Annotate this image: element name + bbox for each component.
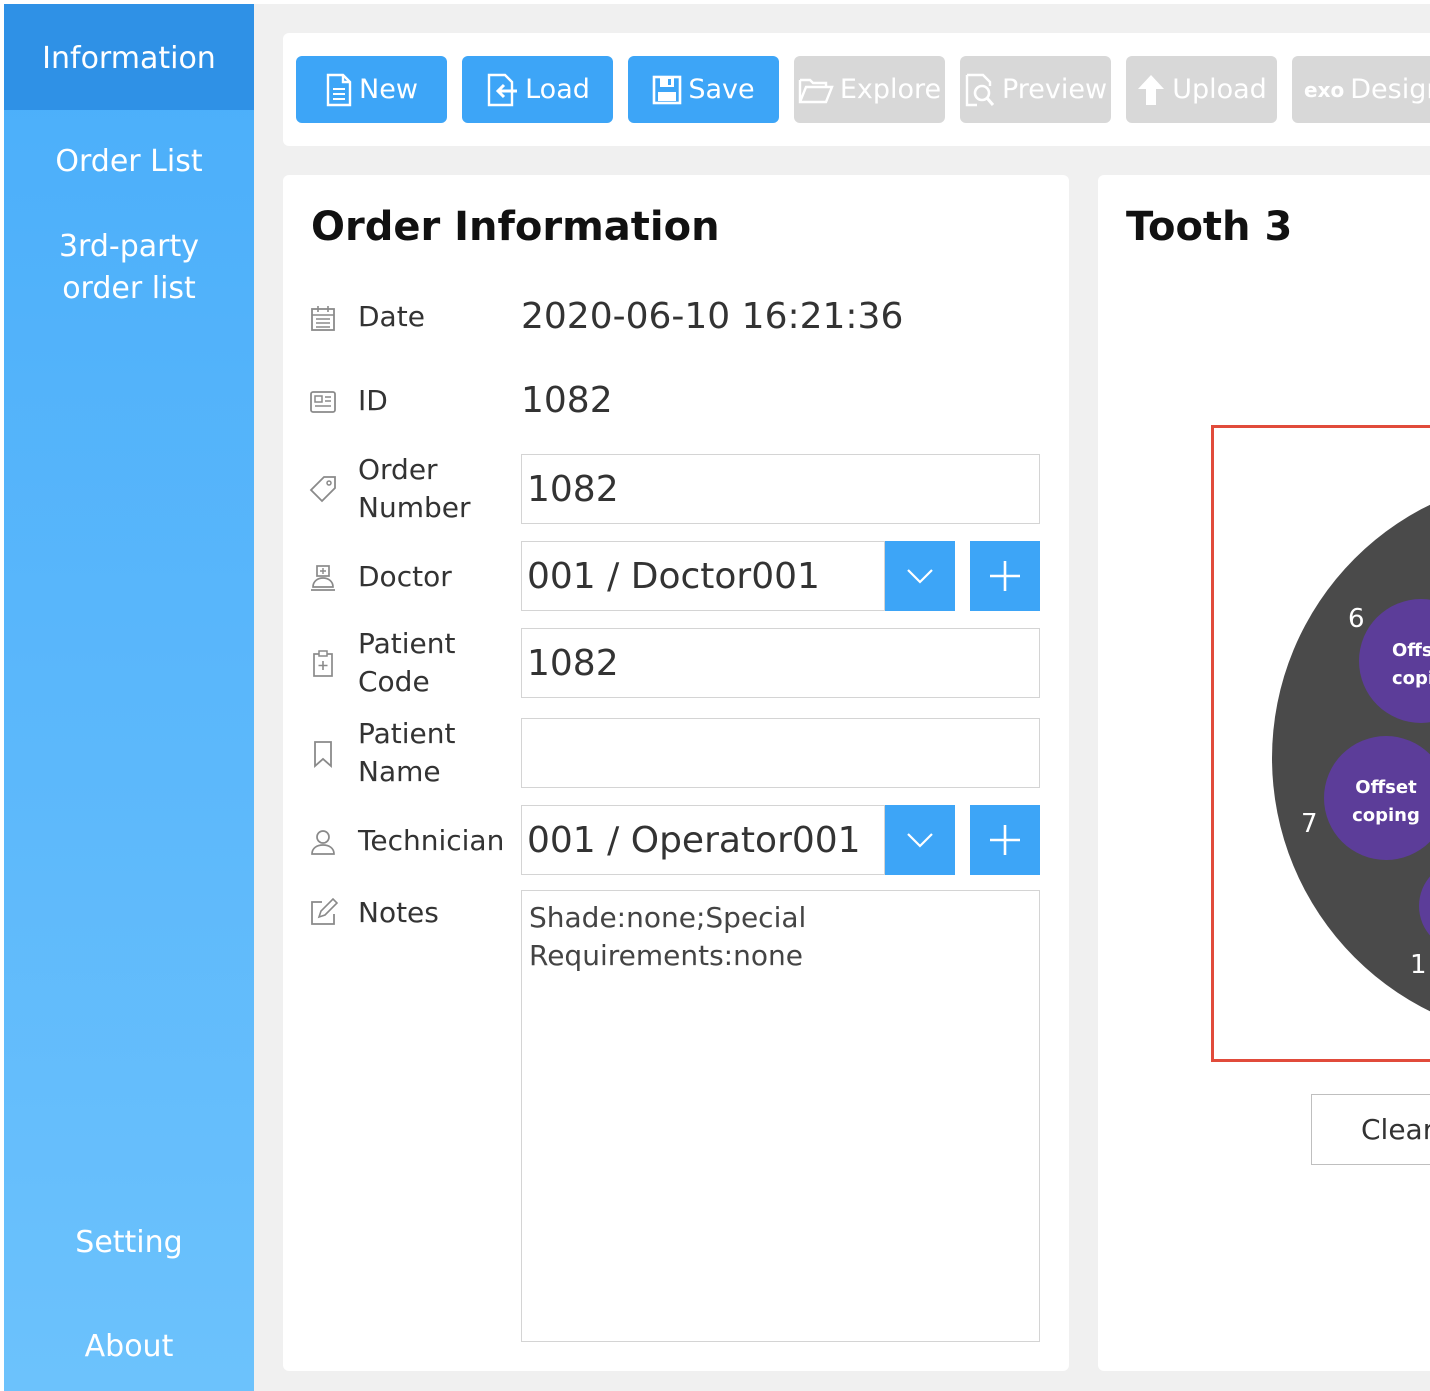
chevron-down-icon: [907, 833, 933, 848]
upload-arrow-icon: [1138, 74, 1165, 105]
date-value: 2020-06-10 16:21:36: [521, 296, 904, 337]
exo-design-button-label: Design: [1350, 74, 1430, 105]
load-button-label: Load: [525, 74, 590, 105]
save-button[interactable]: Save: [628, 56, 779, 123]
date-label: Date: [358, 300, 425, 333]
new-document-icon: [326, 73, 352, 106]
slot-label-line: coping: [1352, 805, 1420, 826]
sidebar-item-3rd-party-order-list[interactable]: 3rd-party order list: [4, 226, 254, 310]
patient-code-label: Patient Code: [358, 627, 456, 698]
doctor-icon: [311, 565, 335, 591]
bookmark-icon: [314, 741, 332, 768]
id-value: 1082: [521, 380, 613, 421]
exo-design-button[interactable]: exo Design: [1292, 56, 1430, 123]
clipboard-icon: [313, 650, 333, 677]
edit-note-icon: [311, 898, 338, 925]
technician-label: Technician: [358, 824, 505, 857]
load-button[interactable]: Load: [462, 56, 613, 123]
sidebar-item-order-list[interactable]: Order List: [4, 141, 254, 183]
sidebar: Information Order List 3rd-party order l…: [4, 4, 254, 1391]
order-number-field[interactable]: 1082: [521, 454, 1040, 524]
add-doctor-button[interactable]: [970, 541, 1040, 611]
preview-button-label: Preview: [1001, 74, 1108, 105]
sidebar-item-information[interactable]: Information: [4, 4, 254, 110]
tooth-title: Tooth 3: [1126, 204, 1293, 250]
sidebar-item-setting[interactable]: Setting: [4, 1222, 254, 1264]
notes-textarea[interactable]: Shade:none;Special Requirements:none: [521, 890, 1040, 1342]
patient-code-field[interactable]: 1082: [521, 628, 1040, 698]
order-number-label: Order Number: [358, 453, 471, 524]
notes-label: Notes: [358, 896, 439, 929]
load-icon: [487, 73, 518, 106]
patient-name-label: Patient Name: [358, 717, 456, 788]
preview-magnifier-icon: [965, 73, 995, 106]
doctor-select[interactable]: 001 / Doctor001: [521, 541, 885, 611]
clear-button[interactable]: Clear: [1311, 1094, 1430, 1165]
chevron-down-icon: [907, 569, 933, 584]
sidebar-item-about[interactable]: About: [4, 1326, 254, 1368]
explore-button[interactable]: Explore: [794, 56, 945, 123]
tooth-chart: 6 7 1 Offs copi Offset coping: [1272, 504, 1430, 1012]
new-button[interactable]: New: [296, 56, 447, 123]
explore-button-label: Explore: [839, 74, 942, 105]
upload-button[interactable]: Upload: [1126, 56, 1277, 123]
slot-number-1: 1: [1410, 950, 1427, 980]
floppy-disk-icon: [653, 75, 682, 104]
add-technician-button[interactable]: [970, 805, 1040, 875]
toolbar: New Load Save Explore Preview Upload exo…: [283, 33, 1430, 146]
plus-icon: [990, 825, 1020, 855]
patient-name-field[interactable]: [521, 718, 1040, 788]
plus-icon: [990, 561, 1020, 591]
tag-icon: [309, 476, 336, 503]
calendar-icon: [311, 306, 335, 331]
new-button-label: New: [359, 74, 418, 105]
slot-label-line: copi: [1392, 668, 1430, 689]
page-title: Order Information: [311, 204, 720, 250]
preview-button[interactable]: Preview: [960, 56, 1111, 123]
id-card-icon: [310, 391, 336, 413]
technician-dropdown-button[interactable]: [885, 805, 955, 875]
slot-number-7: 7: [1301, 809, 1318, 839]
exo-logo: exo: [1304, 77, 1345, 102]
upload-button-label: Upload: [1172, 74, 1267, 105]
slot-number-6: 6: [1348, 604, 1365, 634]
doctor-dropdown-button[interactable]: [885, 541, 955, 611]
technician-select[interactable]: 001 / Operator001: [521, 805, 885, 875]
save-button-label: Save: [688, 74, 755, 105]
slot-label-line: Offset: [1355, 777, 1417, 798]
user-icon: [311, 830, 335, 855]
slot-label-line: Offs: [1392, 640, 1430, 661]
doctor-label: Doctor: [358, 560, 452, 593]
folder-open-icon: [798, 78, 834, 103]
tooth-chart-frame: 6 7 1 Offs copi Offset coping: [1211, 425, 1430, 1062]
id-label: ID: [358, 384, 388, 417]
